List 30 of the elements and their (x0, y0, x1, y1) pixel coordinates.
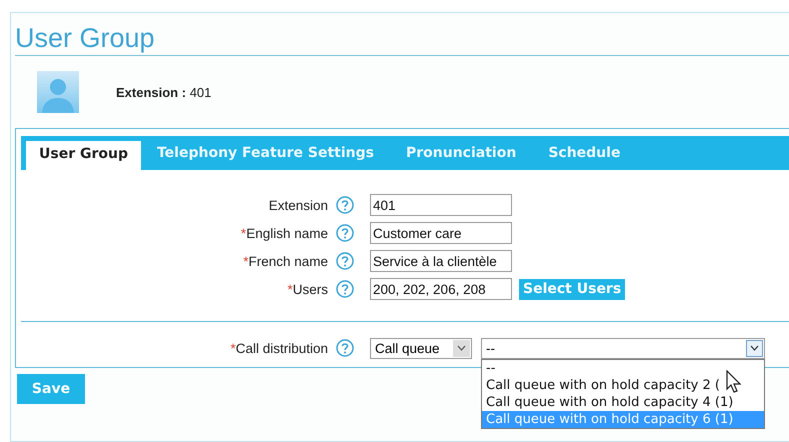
field-label: English name (246, 226, 328, 240)
field-label: Call distribution (236, 340, 328, 356)
help-icon[interactable] (336, 339, 354, 357)
tab[interactable]: User Group (26, 141, 141, 170)
dropdown-option[interactable]: -- (482, 360, 764, 376)
text-field[interactable]: 401 (370, 194, 512, 216)
text-field[interactable]: Service à la clientèle (370, 250, 512, 272)
dropdown-option[interactable]: Call queue with on hold capacity 2 ( (482, 376, 764, 394)
field-label: Users (292, 282, 328, 296)
required-mark: * (240, 226, 246, 240)
help-icon[interactable] (336, 196, 354, 214)
extension-info: Extension : 401 (116, 84, 212, 100)
page-title: User Group (15, 23, 789, 56)
required-mark: * (243, 254, 248, 268)
user-avatar-icon (37, 71, 79, 113)
caret-icon (457, 345, 466, 351)
required-mark: * (287, 282, 293, 296)
field-label: Extension (268, 198, 328, 212)
help-icon[interactable] (336, 224, 354, 242)
caret-icon (750, 345, 759, 351)
queue-dropdown[interactable]: -- (481, 338, 765, 358)
help-icon[interactable] (336, 280, 354, 298)
field-label: French name (248, 254, 328, 268)
type-dropdown[interactable]: Call queue (370, 338, 472, 358)
required-mark: * (230, 340, 236, 356)
text-field[interactable]: Customer care (370, 222, 512, 244)
mouse-pointer-icon (726, 370, 742, 394)
dropdown-option[interactable]: Call queue with on hold capacity 4 (1) (482, 394, 764, 410)
text-field[interactable]: 200, 202, 206, 208 (370, 278, 512, 300)
help-icon[interactable] (336, 252, 354, 270)
